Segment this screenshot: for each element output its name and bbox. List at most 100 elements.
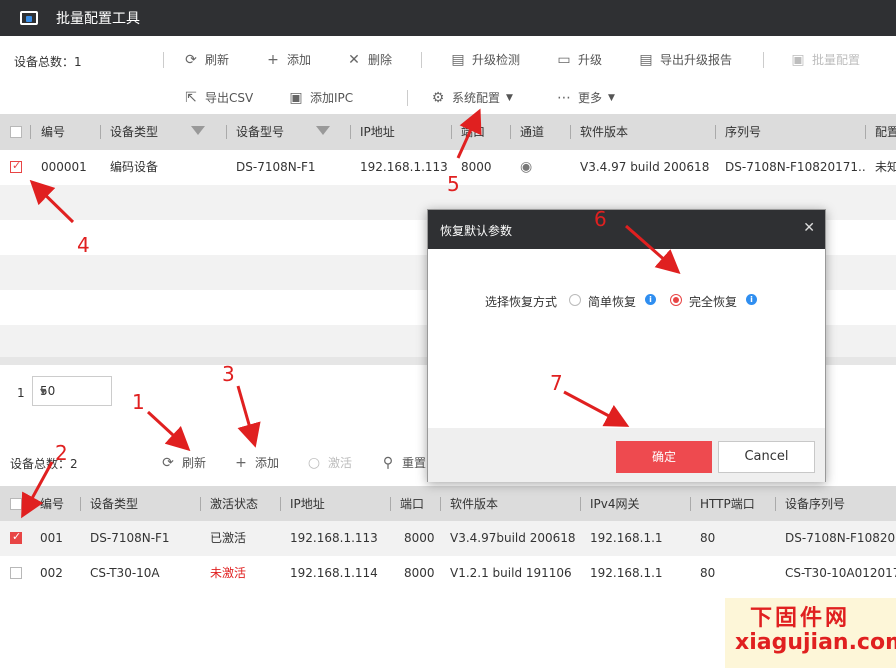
cell-serial: DS-7108N-F10820171... xyxy=(725,160,865,174)
bulb-icon: ○ xyxy=(307,454,321,471)
col-header-software[interactable]: 软件版本 xyxy=(580,114,628,150)
toolbar-divider xyxy=(163,52,164,68)
refresh-button[interactable]: ⟳ 刷新 xyxy=(183,51,229,68)
export-csv-button[interactable]: ⇱ 导出CSV xyxy=(183,89,253,106)
cell-serial: DS-7108N-F108201 xyxy=(785,531,896,545)
caret-down-icon: ▼ xyxy=(40,387,47,396)
refresh-icon: ⟳ xyxy=(185,51,197,68)
col-header-serial[interactable]: 设备序列号 xyxy=(785,486,845,522)
ok-button[interactable]: 确定 xyxy=(616,441,712,473)
info-icon[interactable]: i xyxy=(645,294,656,305)
col-header-type[interactable]: 设备类型 xyxy=(90,486,138,522)
cell-gateway: 192.168.1.1 xyxy=(590,531,663,545)
cancel-button[interactable]: Cancel xyxy=(718,441,815,473)
window-title: 批量配置工具 xyxy=(56,11,140,27)
cell-software: V3.4.97build 200618 xyxy=(450,531,576,545)
gear-icon: ⚙ xyxy=(431,89,445,106)
col-header-ip[interactable]: IP地址 xyxy=(360,114,395,150)
add-ipc-button[interactable]: ▣ 添加IPC xyxy=(288,89,353,106)
page-number[interactable]: 1 xyxy=(17,386,25,400)
page-size-select[interactable]: 50 ▼ xyxy=(32,376,112,406)
eye-icon[interactable]: ◉ xyxy=(520,150,532,185)
restore-defaults-dialog: 恢复默认参数 ✕ 选择恢复方式 简单恢复 i 完全恢复 i 确定 Cancel xyxy=(427,209,826,482)
row-checkbox[interactable] xyxy=(10,567,22,579)
restore-mode-label: 选择恢复方式 xyxy=(485,295,558,309)
col-header-port[interactable]: 端口 xyxy=(400,486,424,522)
close-icon[interactable]: ✕ xyxy=(803,220,815,236)
column-divider xyxy=(390,497,391,511)
column-divider xyxy=(350,125,351,139)
column-divider xyxy=(580,497,581,511)
caret-down-icon: ▼ xyxy=(506,92,513,103)
camera-icon: ▣ xyxy=(289,89,303,106)
radio-simple-restore[interactable] xyxy=(569,294,581,306)
info-icon[interactable]: i xyxy=(746,294,757,305)
system-config-button[interactable]: ⚙ 系统配置 ▼ xyxy=(430,89,513,106)
col-header-model[interactable]: 设备型号 xyxy=(236,114,284,150)
col-header-gateway[interactable]: IPv4网关 xyxy=(590,486,640,522)
reset-button[interactable]: ⚲ 重置 xyxy=(380,454,426,471)
filter-icon[interactable] xyxy=(316,126,330,135)
col-header-ip[interactable]: IP地址 xyxy=(290,486,325,522)
select-all-checkbox[interactable] xyxy=(10,126,22,138)
watermark-title: 下固件网 xyxy=(750,606,851,631)
refresh-button-bottom[interactable]: ⟳ 刷新 xyxy=(160,454,206,471)
upgrade-check-button[interactable]: ▤ 升级检测 xyxy=(450,51,520,68)
cell-id: 002 xyxy=(40,566,63,580)
cell-type: 编码设备 xyxy=(110,160,159,174)
batch-config-button[interactable]: ▣ 批量配置 xyxy=(790,51,860,68)
row-checkbox[interactable] xyxy=(10,530,22,544)
row-checkbox[interactable] xyxy=(10,159,22,173)
cell-model: DS-7108N-F1 xyxy=(236,160,316,174)
upgrade-button[interactable]: ▭ 升级 xyxy=(556,51,602,68)
col-header-config[interactable]: 配置 xyxy=(875,114,896,150)
col-header-status[interactable]: 激活状态 xyxy=(210,486,258,522)
column-divider xyxy=(100,125,101,139)
column-divider xyxy=(775,497,776,511)
col-header-http[interactable]: HTTP端口 xyxy=(700,486,755,522)
col-header-id[interactable]: 编号 xyxy=(40,486,64,522)
table-row[interactable]: 002 CS-T30-10A 未激活 192.168.1.114 8000 V1… xyxy=(0,556,896,591)
simple-restore-label[interactable]: 简单恢复 xyxy=(588,293,636,310)
radio-full-restore[interactable] xyxy=(670,294,682,306)
col-header-id[interactable]: 编号 xyxy=(41,114,65,150)
title-bar: 批量配置工具 xyxy=(0,0,896,36)
activate-button[interactable]: ○ 激活 xyxy=(306,454,352,471)
add-button-bottom[interactable]: + 添加 xyxy=(233,454,279,471)
upgrade-icon: ▭ xyxy=(557,51,571,68)
cell-id: 000001 xyxy=(41,160,87,174)
cell-status: 未激活 xyxy=(210,566,247,580)
full-restore-label[interactable]: 完全恢复 xyxy=(689,293,737,310)
online-device-table-header: 编号 设备类型 激活状态 IP地址 端口 软件版本 IPv4网关 HTTP端口 … xyxy=(0,486,896,521)
filter-icon[interactable] xyxy=(191,126,205,135)
table-row[interactable]: 001 DS-7108N-F1 已激活 192.168.1.113 8000 V… xyxy=(0,521,896,556)
cell-port: 8000 xyxy=(404,566,435,580)
col-header-channel[interactable]: 通道 xyxy=(520,114,544,150)
cell-type: CS-T30-10A xyxy=(90,566,160,580)
cell-config: 未知 xyxy=(875,160,896,174)
cell-software: V1.2.1 build 191106 xyxy=(450,566,572,580)
dialog-footer: 确定 Cancel xyxy=(428,428,825,482)
more-button[interactable]: ⋯ 更多 ▼ xyxy=(556,89,615,106)
plus-icon: + xyxy=(235,454,247,471)
cell-ip: 192.168.1.113 xyxy=(290,531,378,545)
watermark-url: xiagujian.com xyxy=(735,630,896,655)
select-all-checkbox[interactable] xyxy=(10,498,22,510)
col-header-serial[interactable]: 序列号 xyxy=(725,114,761,150)
annotation-6: 6 xyxy=(594,207,607,231)
annotation-4: 4 xyxy=(77,233,90,257)
delete-button[interactable]: ✕ 删除 xyxy=(346,51,392,68)
dialog-title: 恢复默认参数 xyxy=(440,224,513,238)
add-button[interactable]: + 添加 xyxy=(265,51,311,68)
col-header-port[interactable]: 端口 xyxy=(461,114,485,150)
column-divider xyxy=(226,125,227,139)
close-icon: ✕ xyxy=(348,51,360,68)
col-header-software[interactable]: 软件版本 xyxy=(450,486,498,522)
annotation-1: 1 xyxy=(132,390,145,414)
cell-http: 80 xyxy=(700,531,716,545)
export-upgrade-report-button[interactable]: ▤ 导出升级报告 xyxy=(638,51,732,68)
cell-id: 001 xyxy=(40,531,63,545)
col-header-type[interactable]: 设备类型 xyxy=(110,114,158,150)
column-divider xyxy=(280,497,281,511)
annotation-2: 2 xyxy=(55,441,68,465)
